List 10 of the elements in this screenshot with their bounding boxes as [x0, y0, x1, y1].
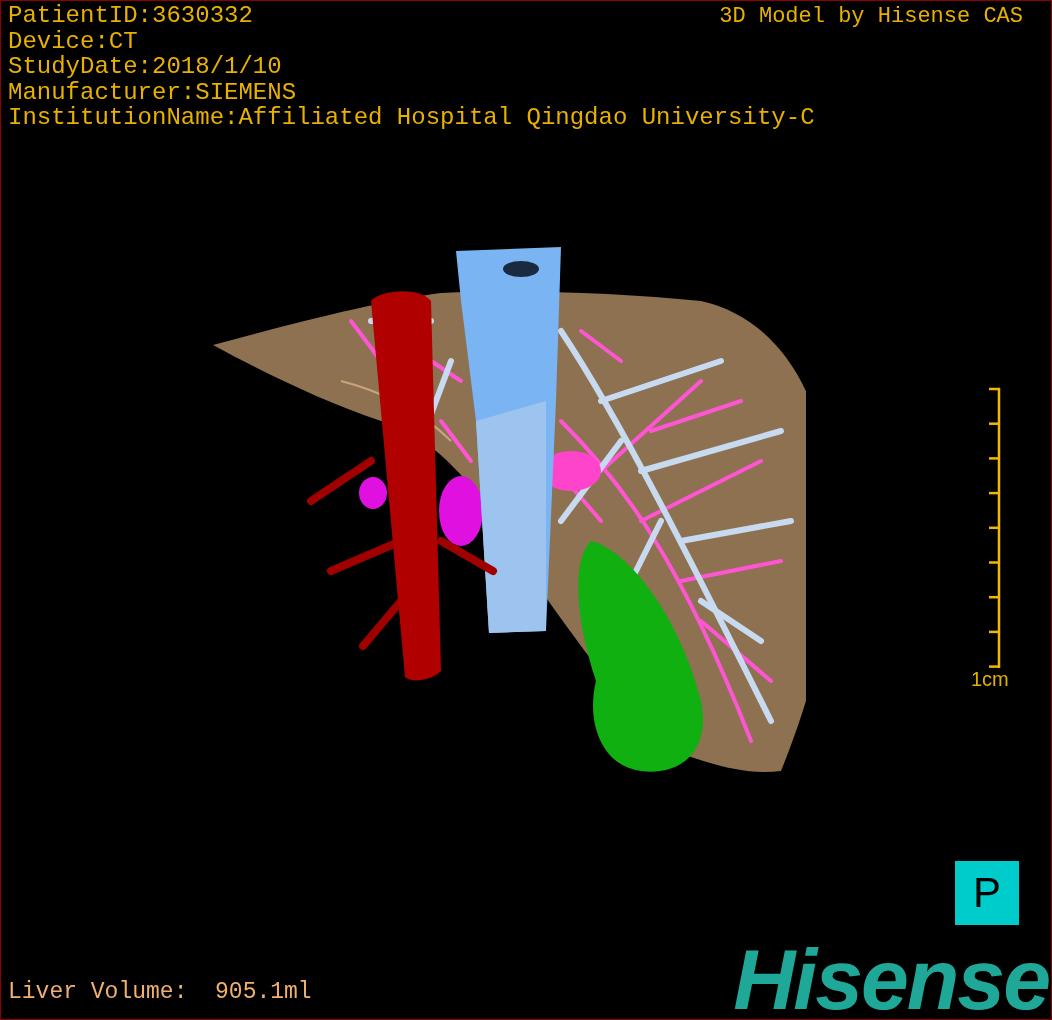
info-line: Device:CT [8, 28, 138, 54]
orientation-marker: P [955, 861, 1019, 925]
info-line: Manufacturer:SIEMENS [8, 79, 297, 105]
scale-label: 1cm [971, 667, 1009, 691]
info-line: StudyDate:2018/1/10 [8, 54, 282, 80]
header-text: 3D Model by Hisense CAS [719, 4, 1023, 30]
info-line: InstitutionName:Affiliated Hospital Qingdao University-C [8, 105, 815, 131]
info-line: PatientID:3630332 [8, 3, 253, 29]
liver-volume-text: Liver Volume: 905.1ml [8, 978, 312, 1006]
logo-text: Hisense [733, 939, 1049, 1019]
